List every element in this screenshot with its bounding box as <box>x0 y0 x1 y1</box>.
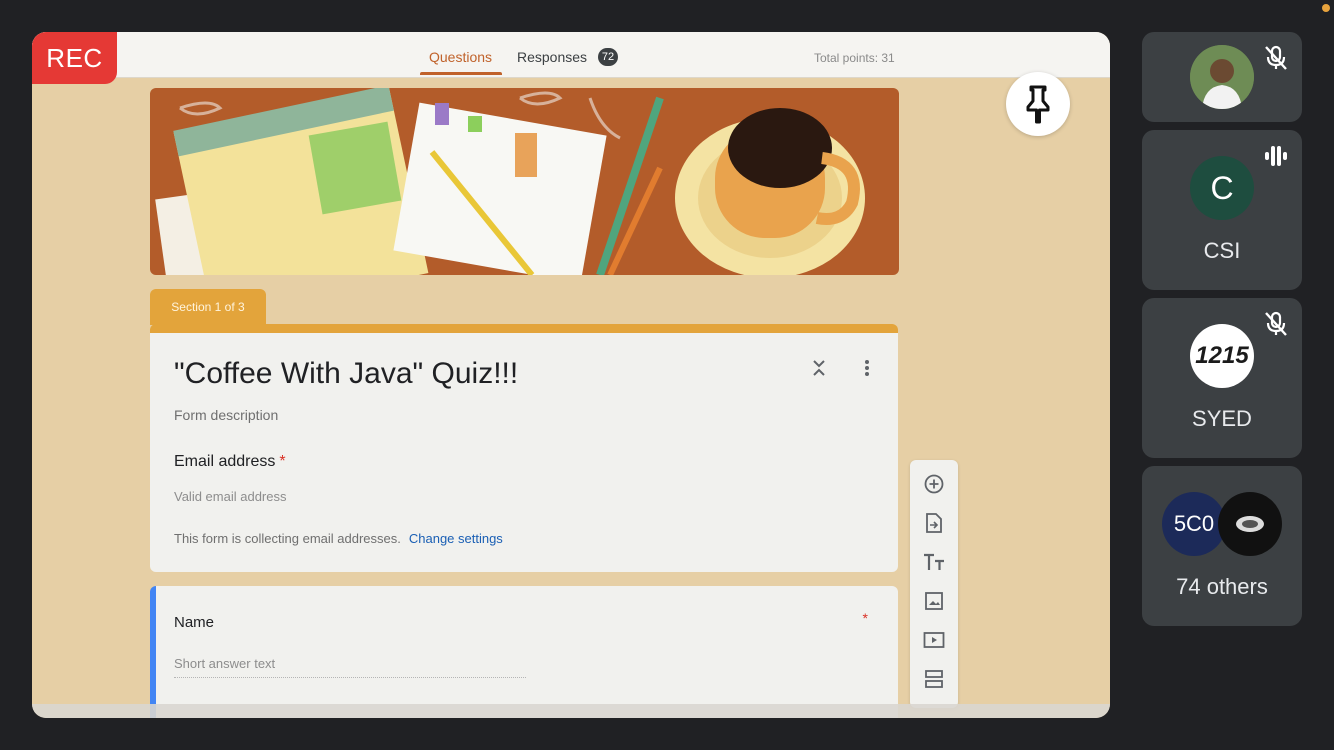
pin-icon <box>1026 85 1050 124</box>
speaking-indicator-icon <box>1262 142 1290 175</box>
participant-tile-syed[interactable]: 1215 SYED <box>1142 298 1302 458</box>
mic-muted-icon <box>1262 44 1290 77</box>
add-question-icon[interactable] <box>922 472 946 496</box>
tab-questions[interactable]: Questions <box>429 49 492 65</box>
active-tab-indicator <box>420 72 502 75</box>
participant-tile-1[interactable] <box>1142 32 1302 122</box>
section-indicator: Section 1 of 3 <box>150 289 266 325</box>
tab-responses[interactable]: Responses <box>517 49 587 65</box>
question-card-name[interactable]: Name * Short answer text <box>150 586 898 718</box>
participant-tile-others[interactable]: 5C0 74 others <box>1142 466 1302 626</box>
shared-taskbar <box>32 704 1110 718</box>
email-collection-note: This form is collecting email addresses.… <box>174 531 503 546</box>
collapse-icon[interactable] <box>812 359 826 382</box>
add-title-icon[interactable] <box>922 550 946 574</box>
responses-count-badge: 72 <box>598 48 618 66</box>
participant-name: CSI <box>1203 238 1241 263</box>
recording-badge: REC <box>32 32 117 84</box>
others-avatar-1: 5C0 <box>1162 492 1226 556</box>
participant-avatar: C <box>1190 156 1254 220</box>
pin-button[interactable] <box>1006 72 1070 136</box>
short-answer-placeholder: Short answer text <box>174 656 526 678</box>
required-mark: * <box>279 453 286 470</box>
change-settings-link[interactable]: Change settings <box>409 531 503 546</box>
more-options-icon[interactable] <box>864 359 870 382</box>
header-banner-image <box>150 88 899 275</box>
participant-name: 74 others <box>1176 574 1268 599</box>
question-label[interactable]: Name <box>174 614 214 631</box>
form-title[interactable]: "Coffee With Java" Quiz!!! <box>174 357 518 391</box>
shared-screen: REC Questions Responses 72 Total points:… <box>32 32 1110 718</box>
mic-muted-icon <box>1262 310 1290 343</box>
email-label-text: Email address <box>174 453 276 470</box>
participant-avatar <box>1190 45 1254 109</box>
participant-name: SYED <box>1192 406 1252 431</box>
total-points: Total points: 31 <box>814 51 895 65</box>
add-image-icon[interactable] <box>922 589 946 613</box>
others-avatar-2 <box>1218 492 1282 556</box>
collection-note-text: This form is collecting email addresses. <box>174 531 401 546</box>
import-questions-icon[interactable] <box>922 511 946 535</box>
form-description-field[interactable]: Form description <box>174 407 278 423</box>
question-toolbar <box>910 460 958 708</box>
status-dot <box>1322 4 1330 12</box>
add-video-icon[interactable] <box>922 628 946 652</box>
email-question-label: Email address * <box>174 453 286 471</box>
forms-topbar: Questions Responses 72 Total points: 31 <box>32 32 1110 78</box>
form-title-card[interactable]: "Coffee With Java" Quiz!!! Form descript… <box>150 324 898 572</box>
add-section-icon[interactable] <box>922 667 946 691</box>
participant-tile-csi[interactable]: C CSI <box>1142 130 1302 290</box>
required-mark: * <box>862 610 868 626</box>
email-placeholder: Valid email address <box>174 489 287 504</box>
participant-avatar: 1215 <box>1190 324 1254 388</box>
